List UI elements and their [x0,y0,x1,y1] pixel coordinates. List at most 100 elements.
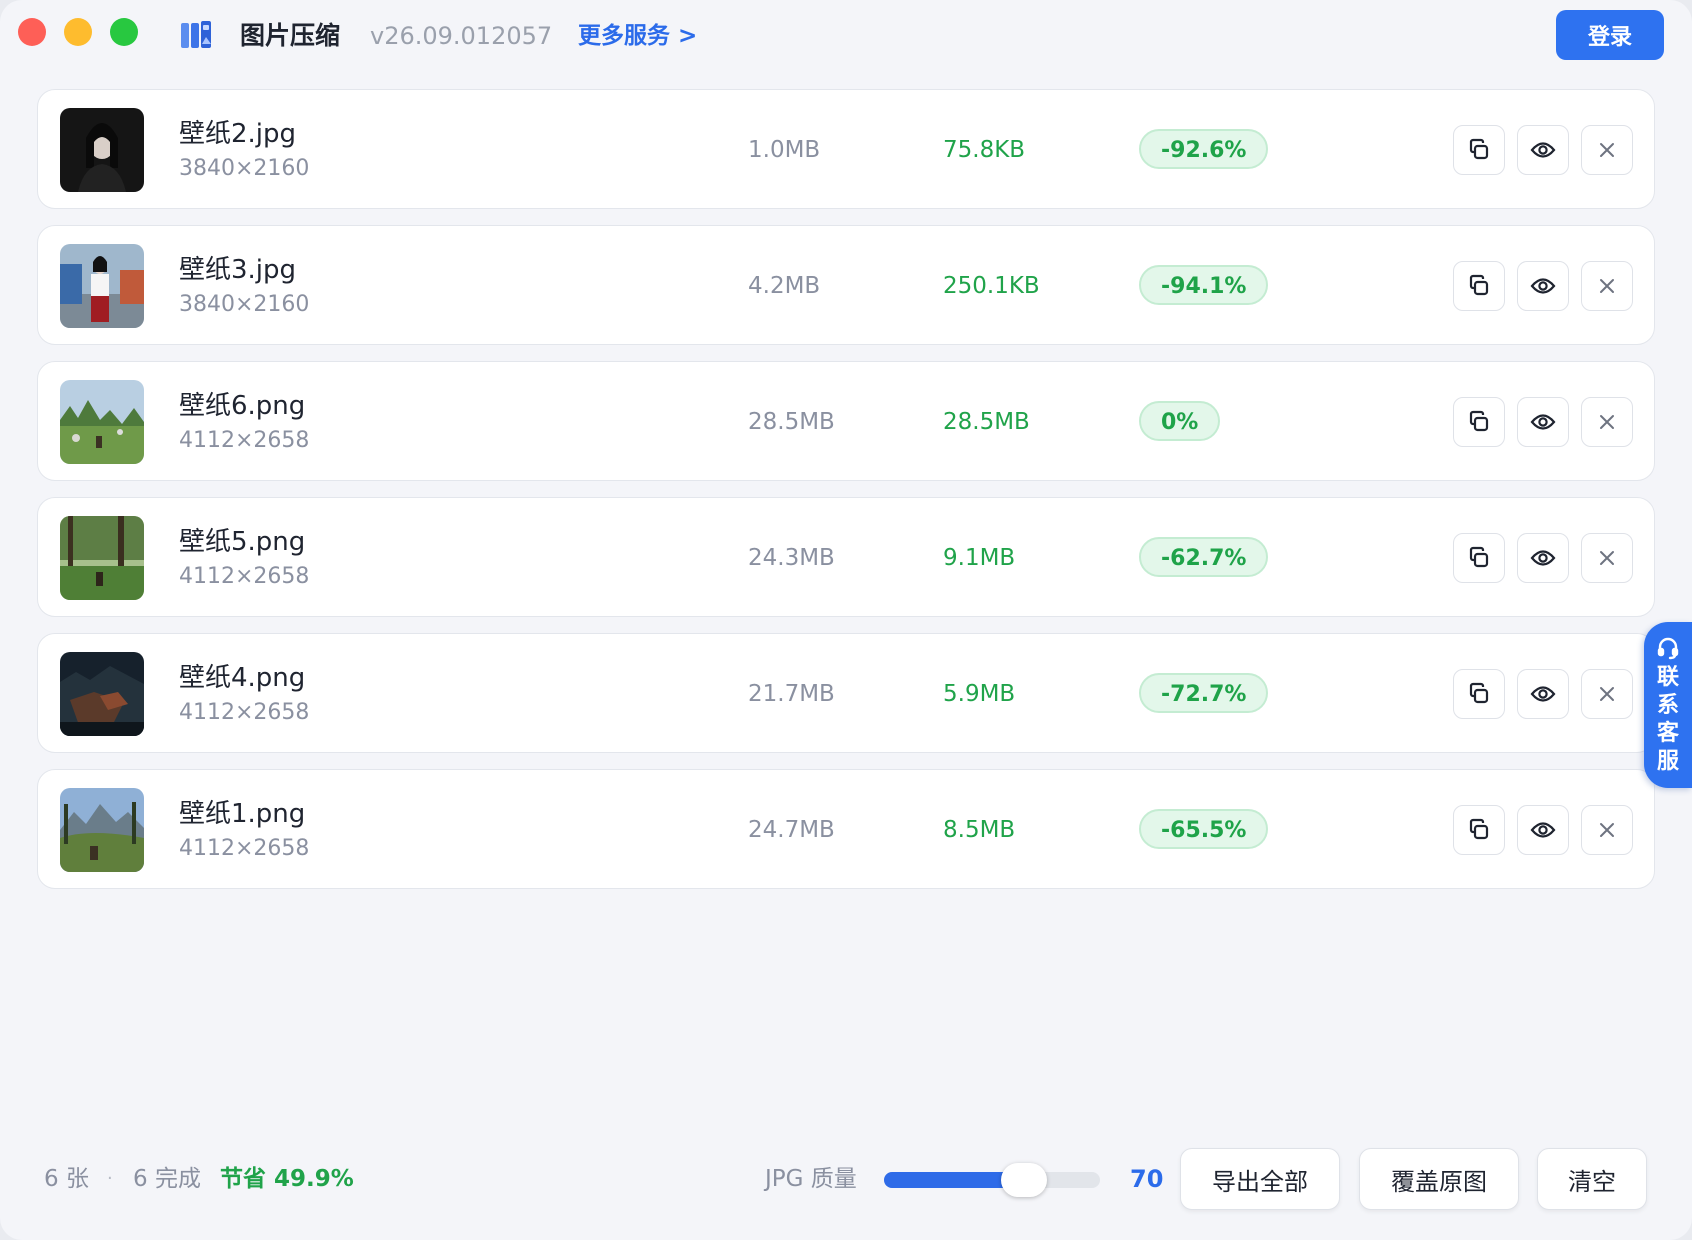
login-button[interactable]: 登录 [1556,10,1664,60]
copy-button[interactable] [1453,397,1505,447]
original-size: 21.7MB [748,681,835,707]
contact-label-char: 系 [1656,693,1679,718]
original-size: 28.5MB [748,409,835,435]
file-thumbnail [60,516,144,600]
remove-button[interactable] [1581,805,1633,855]
close-icon [1593,544,1621,572]
eye-icon [1529,680,1557,708]
file-row: 壁纸2.jpg 3840×2160 1.0MB 75.8KB -92.6% [37,89,1655,209]
close-icon [1593,408,1621,436]
file-dimensions: 4112×2658 [179,836,310,861]
saved-percent: 节省 49.9% [220,1166,354,1192]
close-icon [1593,136,1621,164]
zoom-window-button[interactable] [110,18,138,46]
original-size: 24.3MB [748,545,835,571]
remove-button[interactable] [1581,261,1633,311]
preview-button[interactable] [1517,261,1569,311]
close-icon [1593,272,1621,300]
preview-button[interactable] [1517,805,1569,855]
remove-button[interactable] [1581,125,1633,175]
file-row: 壁纸3.jpg 3840×2160 4.2MB 250.1KB -94.1% [37,225,1655,345]
headset-icon [1657,637,1679,660]
copy-button[interactable] [1453,805,1505,855]
file-dimensions: 4112×2658 [179,564,310,589]
original-size: 4.2MB [748,273,821,299]
compressed-size: 5.9MB [943,681,1016,707]
export-all-button[interactable]: 导出全部 [1180,1148,1340,1210]
close-window-button[interactable] [18,18,46,46]
file-list: 壁纸2.jpg 3840×2160 1.0MB 75.8KB -92.6% 壁纸3.jp… [37,89,1655,905]
row-actions [1453,261,1633,311]
copy-button[interactable] [1453,533,1505,583]
clear-button[interactable]: 清空 [1537,1148,1647,1210]
eye-icon [1529,408,1557,436]
preview-button[interactable] [1517,397,1569,447]
eye-icon [1529,136,1557,164]
row-actions [1453,125,1633,175]
copy-button[interactable] [1453,669,1505,719]
copy-icon [1465,816,1493,844]
file-name: 壁纸6.png [179,391,306,421]
quality-value: 70 [1130,1165,1164,1193]
remove-button[interactable] [1581,397,1633,447]
file-name: 壁纸5.png [179,527,306,557]
more-services-link[interactable]: 更多服务 > [578,18,697,54]
contact-label-char: 服 [1656,749,1679,774]
compressed-size: 9.1MB [943,545,1016,571]
remove-button[interactable] [1581,669,1633,719]
compressed-size: 28.5MB [943,409,1030,435]
row-actions [1453,533,1633,583]
file-row: 壁纸5.png 4112×2658 24.3MB 9.1MB -62.7% [37,497,1655,617]
eye-icon [1529,272,1557,300]
row-actions [1453,669,1633,719]
compression-ratio-badge: -92.6% [1139,129,1269,169]
compression-ratio-badge: -62.7% [1139,537,1269,577]
compressed-size: 250.1KB [943,273,1040,299]
compressed-size: 8.5MB [943,817,1016,843]
file-thumbnail [60,108,144,192]
file-name: 壁纸1.png [179,799,306,829]
contact-label-char: 联 [1656,665,1679,690]
file-row: 壁纸4.png 4112×2658 21.7MB 5.9MB -72.7% [37,633,1655,753]
quality-slider[interactable] [884,1163,1100,1197]
original-size: 1.0MB [748,137,821,163]
copy-button[interactable] [1453,261,1505,311]
file-row: 壁纸6.png 4112×2658 28.5MB 28.5MB 0% [37,361,1655,481]
eye-icon [1529,816,1557,844]
copy-button[interactable] [1453,125,1505,175]
row-actions [1453,805,1633,855]
app-title: 图片压缩 [240,21,341,50]
close-icon [1593,680,1621,708]
file-thumbnail [60,788,144,872]
remove-button[interactable] [1581,533,1633,583]
preview-button[interactable] [1517,125,1569,175]
app-window: 图片压缩 v26.09.012057 更多服务 > 登录 壁纸2.jpg 3840… [0,0,1692,1240]
compression-ratio-badge: -72.7% [1139,673,1269,713]
quality-label: JPG 质量 [765,1166,857,1192]
file-dimensions: 3840×2160 [179,156,310,181]
preview-button[interactable] [1517,533,1569,583]
app-version: v26.09.012057 [370,22,553,50]
compression-ratio-badge: -65.5% [1139,809,1269,849]
app-logo-icon [181,21,211,48]
overwrite-original-button[interactable]: 覆盖原图 [1359,1148,1519,1210]
done-count: 6 完成 [133,1166,201,1192]
preview-button[interactable] [1517,669,1569,719]
file-dimensions: 4112×2658 [179,700,310,725]
contact-support-tab[interactable]: 联 系 客 服 [1644,622,1692,788]
file-thumbnail [60,380,144,464]
compressed-size: 75.8KB [943,137,1026,163]
original-size: 24.7MB [748,817,835,843]
file-dimensions: 3840×2160 [179,292,310,317]
file-dimensions: 4112×2658 [179,428,310,453]
compression-ratio-badge: -94.1% [1139,265,1269,305]
file-thumbnail [60,244,144,328]
file-name: 壁纸3.jpg [179,255,297,285]
quality-slider-thumb[interactable] [1001,1163,1048,1197]
minimize-window-button[interactable] [64,18,92,46]
copy-icon [1465,544,1493,572]
close-icon [1593,816,1621,844]
file-name: 壁纸4.png [179,663,306,693]
file-name: 壁纸2.jpg [179,119,297,149]
compression-ratio-badge: 0% [1139,401,1221,441]
